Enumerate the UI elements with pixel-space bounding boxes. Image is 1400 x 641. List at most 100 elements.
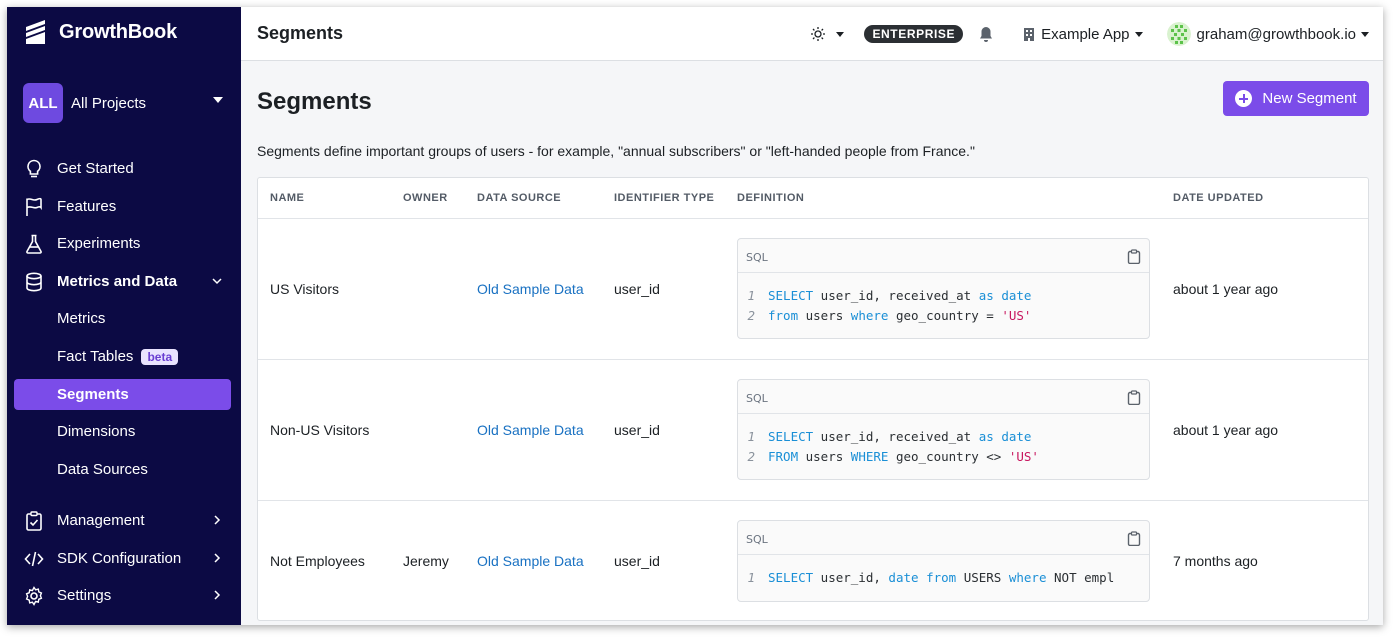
- project-selector[interactable]: ALL All Projects: [23, 83, 223, 123]
- clipboard-check-icon: [24, 510, 44, 531]
- segment-owner: Jeremy: [403, 553, 449, 569]
- beta-badge: beta: [141, 348, 179, 365]
- sql-text: geo_country =: [888, 307, 1002, 323]
- sql-text: users: [798, 307, 851, 323]
- org-selector[interactable]: Example App: [1023, 26, 1143, 43]
- topbar: Segments ENTERPRISE Example App graham@g…: [241, 7, 1383, 61]
- nav-experiments[interactable]: Experiments: [14, 228, 231, 259]
- code-line: 2 FROM users WHERE geo_country <> 'US': [738, 446, 1149, 466]
- new-segment-label: New Segment: [1262, 90, 1357, 107]
- nav-label: Management: [57, 512, 145, 529]
- chevron-down-icon: [212, 278, 222, 285]
- datasource-link[interactable]: Old Sample Data: [477, 422, 584, 438]
- nav-label: Data Sources: [57, 461, 148, 478]
- sql-code: 1 SELECT user_id, received_at as date 2 FRO…: [738, 414, 1149, 466]
- topbar-actions: ENTERPRISE Example App graham@growthbook…: [810, 7, 1369, 61]
- caret-down-icon: [1134, 31, 1143, 37]
- nav-features[interactable]: Features: [14, 191, 231, 222]
- plan-badge: ENTERPRISE: [864, 25, 964, 43]
- sql-keyword: FROM: [768, 448, 799, 464]
- sidebar: GrowthBook ALL All Projects Get Started …: [7, 7, 241, 625]
- nav-label: Settings: [57, 587, 112, 604]
- brand-name: GrowthBook: [59, 20, 177, 43]
- nav-label: Metrics and Data: [57, 273, 178, 290]
- nav-get-started[interactable]: Get Started: [14, 153, 231, 184]
- sql-header: SQL: [738, 239, 1149, 273]
- sql-keyword: from: [768, 307, 799, 323]
- nav-label: Experiments: [57, 235, 141, 252]
- date-updated: about 1 year ago: [1173, 281, 1279, 297]
- sql-definition: SQL 1 SELECT user_id, date from USERS whe…: [737, 520, 1150, 602]
- app-window: GrowthBook ALL All Projects Get Started …: [7, 7, 1383, 625]
- growthbook-logo-icon: [26, 20, 45, 44]
- sql-definition: SQL 1 SELECT user_id, received_at as date…: [737, 238, 1150, 339]
- topbar-title: Segments: [257, 23, 344, 43]
- segment-name: US Visitors: [270, 281, 339, 297]
- user-email: graham@growthbook.io: [1196, 25, 1356, 43]
- identifier-type: user_id: [614, 281, 660, 297]
- page-title: Segments: [257, 88, 372, 115]
- sql-header: SQL: [738, 521, 1149, 555]
- avatar: [1166, 22, 1191, 46]
- segment-name: Non-US Visitors: [270, 422, 370, 438]
- nav-metrics-and-data[interactable]: Metrics and Data: [14, 266, 231, 297]
- sql-text: users: [798, 448, 851, 464]
- datasource-link[interactable]: Old Sample Data: [477, 553, 584, 569]
- theme-toggle[interactable]: [810, 26, 845, 42]
- segments-table: NAME OWNER DATA SOURCE IDENTIFIER TYPE D…: [257, 177, 1369, 621]
- nav-label: Fact Tables: [57, 348, 134, 365]
- user-menu[interactable]: graham@growthbook.io: [1166, 22, 1369, 46]
- sun-icon: [811, 27, 826, 41]
- bell-icon[interactable]: [979, 26, 993, 42]
- sql-string: 'US': [1008, 448, 1039, 464]
- nav-fact-tables[interactable]: Fact Tables beta: [14, 341, 231, 372]
- identifier-type: user_id: [614, 553, 660, 569]
- nav-metrics[interactable]: Metrics: [14, 303, 231, 334]
- nav-label: Segments: [57, 386, 129, 403]
- project-label: All Projects: [71, 94, 147, 112]
- table-row[interactable]: US Visitors Old Sample Data user_id SQL …: [258, 218, 1368, 359]
- code-line: 2 from users where geo_country = 'US': [738, 305, 1149, 325]
- sql-keyword: date: [1001, 287, 1032, 303]
- project-badge: ALL: [23, 83, 63, 123]
- sql-label: SQL: [746, 533, 768, 546]
- nav-segments[interactable]: Segments: [14, 379, 231, 410]
- caret-down-icon: [836, 31, 845, 37]
- date-updated: about 1 year ago: [1173, 422, 1279, 438]
- nav-dimensions[interactable]: Dimensions: [14, 416, 231, 447]
- nav-settings[interactable]: Settings: [14, 580, 231, 611]
- code-line: 1 SELECT user_id, date from USERS where N…: [738, 567, 1149, 587]
- flask-icon: [24, 234, 44, 254]
- sql-keyword: SELECT: [768, 428, 814, 444]
- sql-label: SQL: [746, 251, 768, 264]
- nav-data-sources[interactable]: Data Sources: [14, 454, 231, 485]
- nav-management[interactable]: Management: [14, 505, 231, 536]
- sql-text: USERS: [956, 569, 1009, 585]
- code-line: 1 SELECT user_id, received_at as date: [738, 285, 1149, 305]
- plus-circle-icon: [1235, 90, 1253, 107]
- sql-keyword: as: [978, 428, 994, 444]
- table-row[interactable]: Non-US Visitors Old Sample Data user_id …: [258, 359, 1368, 500]
- line-number: 1: [747, 287, 755, 303]
- sql-label: SQL: [746, 392, 768, 405]
- nav-label: Metrics: [57, 310, 106, 327]
- table-row[interactable]: Not Employees Jeremy Old Sample Data use…: [258, 500, 1368, 622]
- copy-clipboard-icon[interactable]: [1127, 390, 1141, 405]
- new-segment-button[interactable]: New Segment: [1223, 81, 1369, 116]
- column-header-updated: DATE UPDATED: [1173, 192, 1264, 204]
- column-header-owner: OWNER: [403, 192, 448, 204]
- sql-text: user_id, received_at: [813, 428, 979, 444]
- copy-clipboard-icon[interactable]: [1127, 531, 1141, 546]
- copy-clipboard-icon[interactable]: [1127, 249, 1141, 264]
- nav-label: SDK Configuration: [57, 550, 182, 567]
- nav-sdk-configuration[interactable]: SDK Configuration: [14, 543, 231, 574]
- caret-down-icon: [213, 97, 223, 103]
- line-number: 2: [747, 307, 755, 323]
- chevron-right-icon: [214, 515, 221, 525]
- datasource-link[interactable]: Old Sample Data: [477, 281, 584, 297]
- caret-down-icon: [1361, 31, 1369, 37]
- line-number: 1: [747, 569, 755, 585]
- brand[interactable]: GrowthBook: [23, 17, 177, 47]
